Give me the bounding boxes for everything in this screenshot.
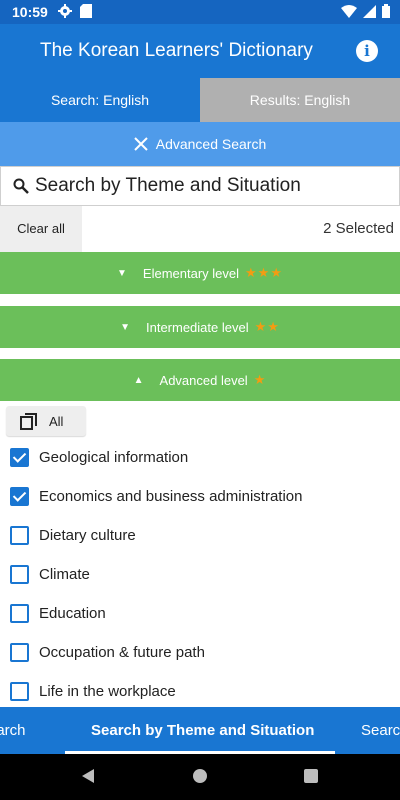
bottom-tab-bar: earch Search by Theme and Situation Sear…: [0, 707, 400, 754]
checkbox[interactable]: [10, 643, 29, 662]
level-advanced[interactable]: ▲ Advanced level ★: [0, 359, 400, 401]
theme-label: Life in the workplace: [39, 683, 176, 700]
selected-count: 2 Selected: [323, 220, 394, 237]
theme-label: Geological information: [39, 449, 189, 466]
tab-results-english[interactable]: Results: English: [200, 78, 400, 122]
theme-label: Education: [39, 605, 106, 622]
level-label: Advanced level: [159, 372, 248, 388]
select-all-button[interactable]: All: [6, 406, 86, 436]
signal-icon: [363, 4, 376, 18]
checkbox[interactable]: [10, 526, 29, 545]
caret-down-icon: ▼: [120, 321, 130, 333]
level-label: Elementary level: [142, 265, 240, 281]
star-rating: ★★★: [245, 265, 283, 280]
selection-row: Clear all 2 Selected: [0, 206, 400, 252]
caret-down-icon: ▼: [117, 267, 127, 279]
status-left-icons: [58, 4, 92, 18]
settings-icon: [58, 4, 72, 18]
checkbox-checked[interactable]: [10, 448, 29, 467]
clear-all-button[interactable]: Clear all: [0, 206, 82, 252]
theme-label: Climate: [39, 566, 90, 583]
theme-label: Occupation & future path: [39, 644, 205, 661]
status-time: 10:59: [12, 4, 48, 20]
theme-item[interactable]: Life in the workplace: [0, 672, 400, 711]
home-icon[interactable]: [193, 769, 207, 783]
theme-item[interactable]: Education: [0, 594, 400, 633]
theme-item[interactable]: Occupation & future path: [0, 633, 400, 672]
level-elementary[interactable]: ▼ Elementary level ★★★: [0, 252, 400, 294]
sd-card-icon: [80, 4, 92, 18]
app-bar: The Korean Learners' Dictionary i: [0, 24, 400, 78]
recent-apps-icon[interactable]: [304, 769, 318, 783]
status-bar: 10:59: [0, 0, 400, 24]
search-icon: [13, 178, 29, 194]
tab-search-english[interactable]: Search: English: [0, 78, 200, 122]
app-title: The Korean Learners' Dictionary: [40, 40, 313, 61]
status-right-icons: [341, 4, 390, 18]
theme-label: Dietary culture: [39, 527, 136, 544]
theme-search-field[interactable]: Search by Theme and Situation: [0, 166, 400, 206]
star-rating: ★★: [254, 319, 280, 334]
battery-icon: [382, 4, 390, 18]
theme-item[interactable]: Dietary culture: [0, 516, 400, 555]
system-nav-bar: [0, 754, 400, 800]
advanced-search-button[interactable]: Advanced Search: [0, 122, 400, 166]
theme-search-label: Search by Theme and Situation: [35, 175, 301, 196]
theme-list: Geological information Economics and bus…: [0, 438, 400, 711]
level-intermediate[interactable]: ▼ Intermediate level ★★: [0, 306, 400, 348]
theme-item[interactable]: Economics and business administration: [0, 477, 400, 516]
bottom-tab-theme-search[interactable]: Search by Theme and Situation: [91, 722, 314, 739]
theme-item[interactable]: Geological information: [0, 438, 400, 477]
checkbox[interactable]: [10, 604, 29, 623]
screen: 10:59 The Korean Learners' Dictionary i …: [0, 0, 400, 800]
checkbox-checked[interactable]: [10, 487, 29, 506]
advanced-search-label: Advanced Search: [155, 136, 267, 152]
theme-label: Economics and business administration: [39, 488, 303, 505]
checkbox[interactable]: [10, 682, 29, 701]
back-icon[interactable]: [82, 769, 94, 783]
theme-item[interactable]: Climate: [0, 555, 400, 594]
bottom-tab-prev[interactable]: earch: [0, 722, 26, 739]
close-icon: [134, 137, 148, 151]
wifi-icon: [341, 4, 357, 18]
copy-icon: [20, 412, 37, 430]
caret-up-icon: ▲: [133, 374, 144, 386]
tab-row: Search: English Results: English: [0, 78, 400, 122]
select-all-label: All: [49, 413, 64, 429]
checkbox[interactable]: [10, 565, 29, 584]
info-icon[interactable]: i: [356, 40, 378, 62]
star-rating: ★: [253, 372, 267, 387]
level-label: Intermediate level: [145, 319, 249, 335]
bottom-tab-next[interactable]: Searc: [361, 722, 400, 739]
